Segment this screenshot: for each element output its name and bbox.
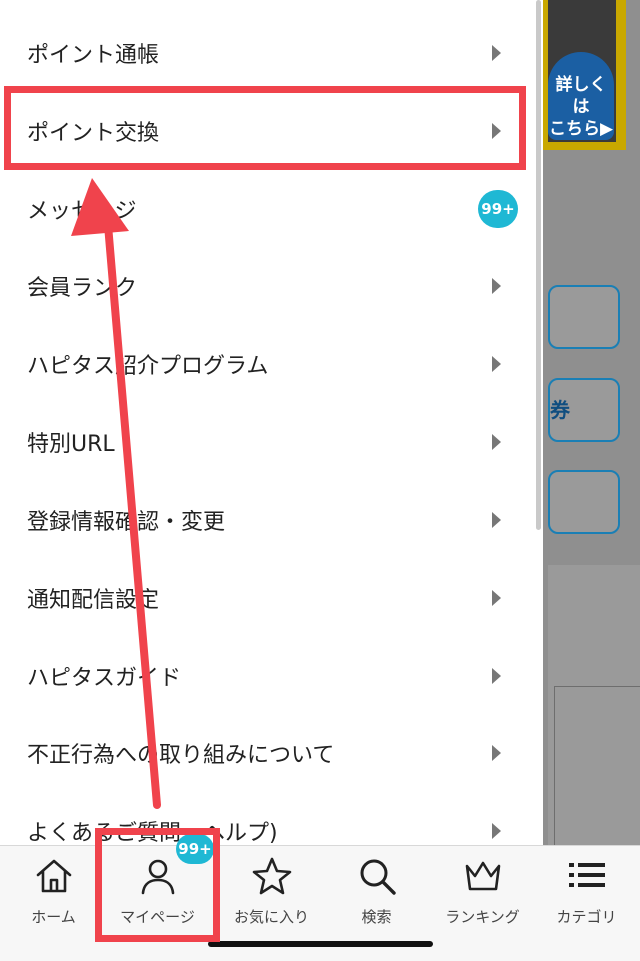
menu-item-label: よくあるご質問・ヘルプ) [27,821,278,845]
tab-label: マイページ [120,908,195,926]
menu-item-fraud-policy[interactable]: 不正行為への取り組みについて [0,714,530,792]
background-card-text: 券 [550,398,570,422]
crown-icon [465,861,500,891]
chevron-right-icon [492,745,501,761]
menu-item-point-passbook[interactable]: ポイント通帳 [0,14,530,92]
tab-label: ホーム [31,908,76,926]
menu-item-label: 登録情報確認・変更 [27,510,226,535]
menu-item-messages[interactable]: メッセージ 99+ [0,170,530,248]
home-icon [36,859,71,893]
side-drawer-menu: ポイント通帳 ポイント交換 メッセージ 99+ 会員ランク ハピタス紹介プログラ… [0,0,543,845]
menu-item-account-settings[interactable]: 登録情報確認・変更 [0,481,530,559]
drawer-scrollbar[interactable] [536,0,541,530]
chevron-right-icon [492,45,501,61]
tab-ranking[interactable]: ランキング [429,846,536,936]
background-card-1 [548,285,620,349]
menu-item-guide[interactable]: ハピタスガイド [0,637,530,715]
tab-label: お気に入り [233,908,309,926]
tab-search[interactable]: 検索 [323,846,430,936]
menu-item-label: ポイント交換 [27,121,160,146]
banner-details-button: 詳しくは こちら▶ [548,52,614,140]
tab-label: カテゴリ [556,908,617,926]
chevron-right-icon [492,278,501,294]
home-indicator[interactable] [208,941,433,947]
background-card-2: 券 [548,378,620,442]
star-icon [252,857,291,895]
mypage-notification-badge: 99+ [176,834,214,864]
menu-item-label: ハピタスガイド [27,666,182,691]
menu-item-label: 通知配信設定 [27,588,160,613]
chevron-right-icon [492,434,501,450]
tab-label: ランキング [445,908,520,926]
menu-item-member-rank[interactable]: 会員ランク [0,247,530,325]
menu-item-label: ハピタス紹介プログラム [27,354,269,379]
background-panel-inner [554,686,640,846]
tab-favorites[interactable]: お気に入り [218,846,325,936]
menu-item-label: 会員ランク [27,276,138,301]
menu-item-label: 特別URL [27,432,115,457]
chevron-right-icon [492,512,501,528]
tab-home[interactable]: ホーム [0,846,107,936]
chevron-right-icon [492,668,501,684]
chevron-right-icon [492,123,501,139]
menu-item-label: ポイント通帳 [27,43,160,68]
tab-label: 検索 [361,908,392,926]
chevron-right-icon [492,823,501,839]
message-count-badge: 99+ [478,190,518,228]
menu-item-faq-help[interactable]: よくあるご質問・ヘルプ) [0,792,530,845]
search-icon [360,859,396,895]
tab-category[interactable]: カテゴリ [533,846,640,936]
menu-item-point-exchange[interactable]: ポイント交換 [0,92,530,170]
chevron-right-icon [492,356,501,372]
list-icon [568,863,605,887]
menu-item-special-url[interactable]: 特別URL [0,403,530,481]
chevron-right-icon [492,590,501,606]
person-icon [141,859,174,895]
background-card-3 [548,470,620,534]
menu-item-label: メッセージ [27,199,137,224]
menu-item-label: 不正行為への取り組みについて [27,743,335,768]
menu-item-notification-settings[interactable]: 通知配信設定 [0,559,530,637]
menu-item-referral-program[interactable]: ハピタス紹介プログラム [0,325,530,403]
